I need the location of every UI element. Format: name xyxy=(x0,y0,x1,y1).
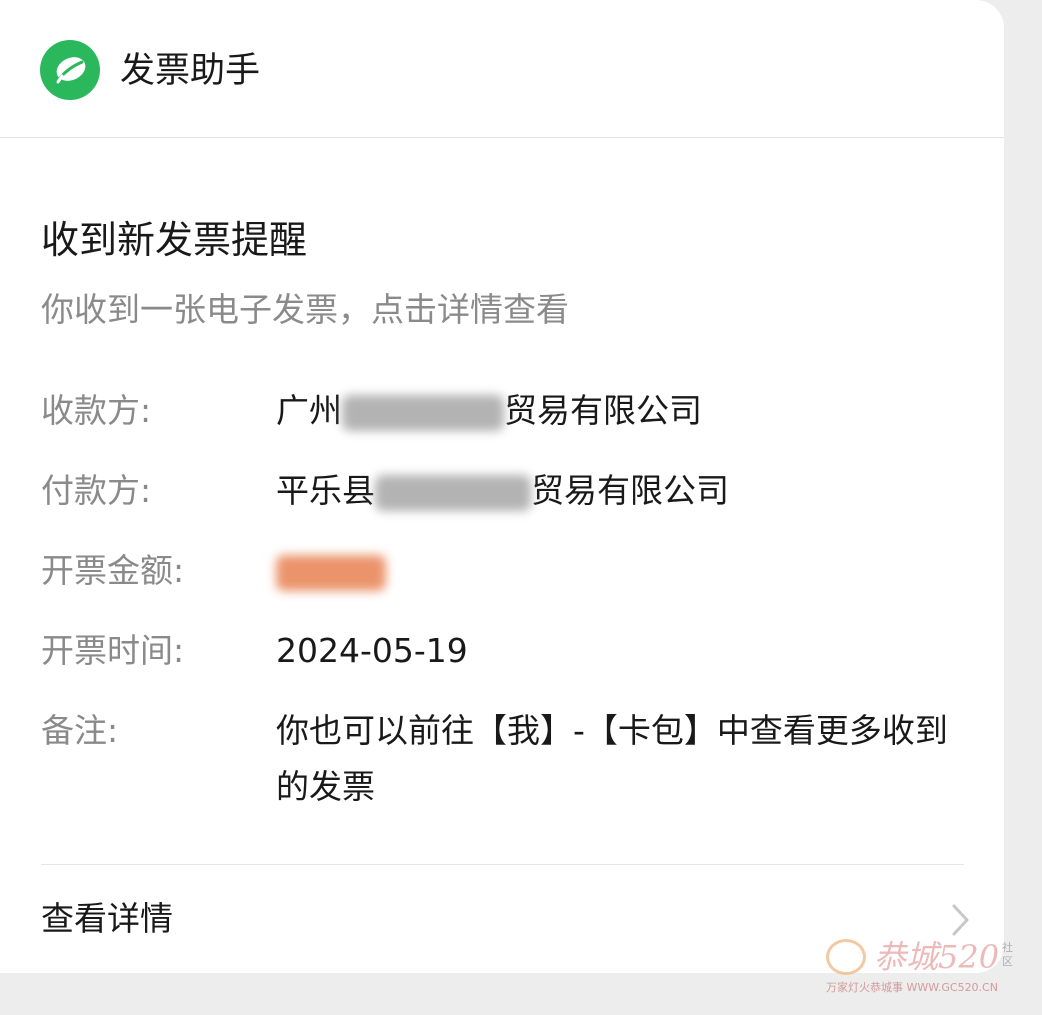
watermark-sub-text: 万家灯火恭城事 WWW.GC520.CN xyxy=(826,981,998,994)
amount-value xyxy=(276,547,976,595)
payer-value-prefix: 平乐县 xyxy=(276,471,375,510)
notification-title: 收到新发票提醒 xyxy=(41,218,308,262)
notification-subtitle: 你收到一张电子发票，点击详情查看 xyxy=(41,290,569,329)
amount-label: 开票金额: xyxy=(41,551,185,590)
note-label: 备注: xyxy=(41,711,119,750)
payer-redacted-blur xyxy=(375,474,531,511)
payer-value-suffix: 贸易有限公司 xyxy=(531,471,729,510)
payee-redacted-blur xyxy=(342,394,504,431)
watermark-logo-icon xyxy=(826,939,866,975)
payee-label: 收款方: xyxy=(41,391,152,430)
amount-redacted-blur xyxy=(276,554,386,591)
payee-value-suffix: 贸易有限公司 xyxy=(504,391,702,430)
payer-value: 平乐县 贸易有限公司 xyxy=(276,467,976,515)
invoice-assistant-icon xyxy=(40,40,100,100)
view-details-label: 查看详情 xyxy=(41,899,173,938)
watermark-side-text: 社区 xyxy=(1002,941,1013,968)
payee-value: 广州 贸易有限公司 xyxy=(276,387,976,435)
payee-value-prefix: 广州 xyxy=(276,391,342,430)
app-name: 发票助手 xyxy=(120,51,261,91)
invoice-notification-card: 发票助手 收到新发票提醒 你收到一张电子发票，点击详情查看 收款方: 广州贸易有… xyxy=(0,0,1004,973)
watermark-main-text: 恭城520 xyxy=(874,938,1000,976)
chevron-right-icon xyxy=(952,904,969,936)
card-header: 发票助手 xyxy=(0,0,1004,138)
date-value: 2024-05-19 xyxy=(276,631,468,670)
site-watermark: 恭城520 社区 万家灯火恭城事 WWW.GC520.CN xyxy=(826,935,1026,1005)
note-value: 你也可以前往【我】-【卡包】中查看更多收到的发票 xyxy=(276,711,948,806)
payer-label: 付款方: xyxy=(41,471,152,510)
date-label: 开票时间: xyxy=(41,631,185,670)
